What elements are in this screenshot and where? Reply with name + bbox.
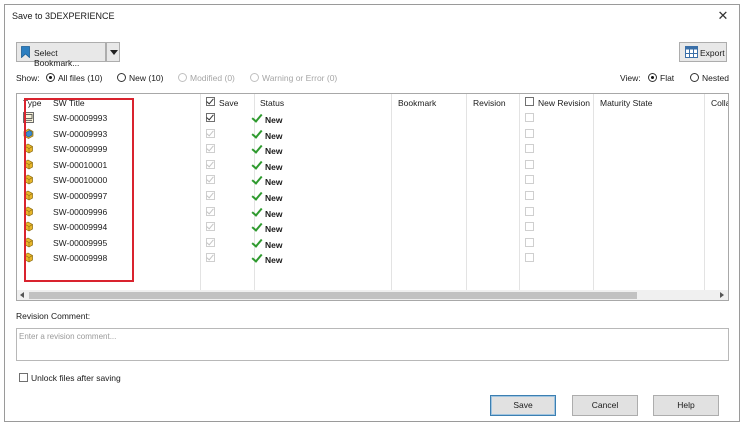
unlock-checkbox[interactable] xyxy=(19,373,28,382)
save-checkbox[interactable] xyxy=(206,128,215,138)
radio-warning-error-label: Warning or Error (0) xyxy=(262,73,338,83)
status-text: New xyxy=(265,208,283,219)
scroll-thumb[interactable] xyxy=(29,292,637,299)
status-text: New xyxy=(265,146,283,157)
revision-comment-label: Revision Comment: xyxy=(16,311,91,321)
export-button[interactable]: Export xyxy=(679,42,727,62)
checkmark-icon xyxy=(251,236,263,248)
new-revision-checkbox[interactable] xyxy=(525,253,534,263)
save-checkbox[interactable] xyxy=(206,221,215,232)
chevron-down-icon xyxy=(110,50,118,55)
col-header-maturity-state[interactable]: Maturity State xyxy=(600,98,652,108)
new-revision-all-checkbox[interactable] xyxy=(525,97,534,106)
checkmark-icon xyxy=(251,142,263,154)
new-revision-checkbox[interactable] xyxy=(525,237,534,247)
radio-new-label: New (10) xyxy=(129,73,164,83)
radio-nested-label: Nested xyxy=(702,73,729,83)
radio-modified-label: Modified (0) xyxy=(190,73,235,83)
show-label: Show: xyxy=(16,73,40,83)
status-cell: New xyxy=(251,142,283,157)
save-checkbox[interactable] xyxy=(206,190,215,200)
select-bookmark-label: Select Bookmark... xyxy=(34,48,80,68)
table-export-icon xyxy=(685,46,698,58)
new-revision-checkbox[interactable] xyxy=(525,144,534,154)
col-header-collab[interactable]: Colla xyxy=(711,98,728,108)
checkmark-icon xyxy=(251,189,263,201)
save-checkbox[interactable] xyxy=(206,237,215,247)
checkmark-icon xyxy=(251,158,263,170)
status-cell: New xyxy=(251,158,283,172)
status-text: New xyxy=(265,193,283,203)
status-cell: New xyxy=(251,189,283,203)
radio-modified[interactable] xyxy=(178,73,187,82)
checkmark-icon xyxy=(251,111,263,123)
checkmark-icon xyxy=(251,251,263,264)
sw-title-highlight xyxy=(24,98,134,282)
checkmark-icon xyxy=(251,173,263,186)
status-text: New xyxy=(265,130,283,141)
status-cell: New xyxy=(251,173,283,188)
cancel-button[interactable]: Cancel xyxy=(572,395,638,416)
radio-flat[interactable] xyxy=(648,73,657,82)
status-text: New xyxy=(265,115,283,125)
radio-nested[interactable] xyxy=(690,73,699,82)
unlock-label: Unlock files after saving xyxy=(31,373,121,383)
new-revision-checkbox[interactable] xyxy=(525,206,534,216)
horizontal-scrollbar[interactable] xyxy=(17,290,728,300)
checkmark-icon xyxy=(251,220,263,232)
select-bookmark-button[interactable]: Select Bookmark... xyxy=(16,42,106,68)
col-header-bookmark[interactable]: Bookmark xyxy=(398,98,436,108)
new-revision-checkbox[interactable] xyxy=(525,128,534,138)
revision-comment-input[interactable] xyxy=(16,328,729,361)
col-header-save[interactable]: Save xyxy=(219,98,238,108)
new-revision-checkbox[interactable] xyxy=(525,222,534,232)
checkmark-icon xyxy=(251,126,263,139)
save-checkbox[interactable] xyxy=(206,174,215,185)
save-checkbox[interactable] xyxy=(206,112,215,122)
view-label: View: xyxy=(620,73,641,83)
checkmark-icon xyxy=(251,204,263,217)
save-all-checkbox[interactable] xyxy=(206,96,215,106)
status-text: New xyxy=(265,239,283,250)
close-icon[interactable]: ✕ xyxy=(715,8,731,24)
col-header-status[interactable]: Status xyxy=(260,98,284,108)
radio-all-files[interactable] xyxy=(46,73,55,82)
radio-warning-error[interactable] xyxy=(250,73,259,82)
status-text: New xyxy=(265,255,283,266)
dialog-title: Save to 3DEXPERIENCE xyxy=(12,11,115,21)
save-checkbox[interactable] xyxy=(206,143,215,154)
status-cell: New xyxy=(251,220,283,235)
status-cell: New xyxy=(251,126,283,141)
save-checkbox[interactable] xyxy=(206,206,215,216)
status-cell: New xyxy=(251,236,283,250)
save-dialog: Save to 3DEXPERIENCE ✕ Select Bookmark..… xyxy=(4,4,740,422)
new-revision-checkbox[interactable] xyxy=(525,113,534,122)
save-checkbox[interactable] xyxy=(206,252,215,263)
status-cell: New xyxy=(251,251,283,266)
save-checkbox[interactable] xyxy=(206,159,215,169)
save-button[interactable]: Save xyxy=(490,395,556,416)
status-text: New xyxy=(265,161,283,172)
filter-row: Show: All files (10) New (10) Modified (… xyxy=(16,72,729,86)
scroll-right-icon[interactable] xyxy=(720,292,724,298)
radio-new[interactable] xyxy=(117,73,126,82)
status-cell: New xyxy=(251,204,283,219)
help-button[interactable]: Help xyxy=(653,395,719,416)
col-header-new-revision[interactable]: New Revision xyxy=(538,98,590,108)
scroll-left-icon[interactable] xyxy=(20,292,24,298)
new-revision-checkbox[interactable] xyxy=(525,175,534,185)
radio-flat-label: Flat xyxy=(660,73,675,83)
new-revision-checkbox[interactable] xyxy=(525,191,534,200)
new-revision-checkbox[interactable] xyxy=(525,159,534,169)
col-header-revision[interactable]: Revision xyxy=(473,98,506,108)
status-cell: New xyxy=(251,111,283,125)
export-label: Export xyxy=(700,48,725,58)
title-bar: Save to 3DEXPERIENCE ✕ xyxy=(5,5,739,27)
status-text: New xyxy=(265,177,283,188)
bookmark-icon xyxy=(21,46,30,58)
radio-all-files-label: All files (10) xyxy=(58,73,103,83)
status-text: New xyxy=(265,224,283,235)
bookmark-dropdown-button[interactable] xyxy=(106,42,120,62)
